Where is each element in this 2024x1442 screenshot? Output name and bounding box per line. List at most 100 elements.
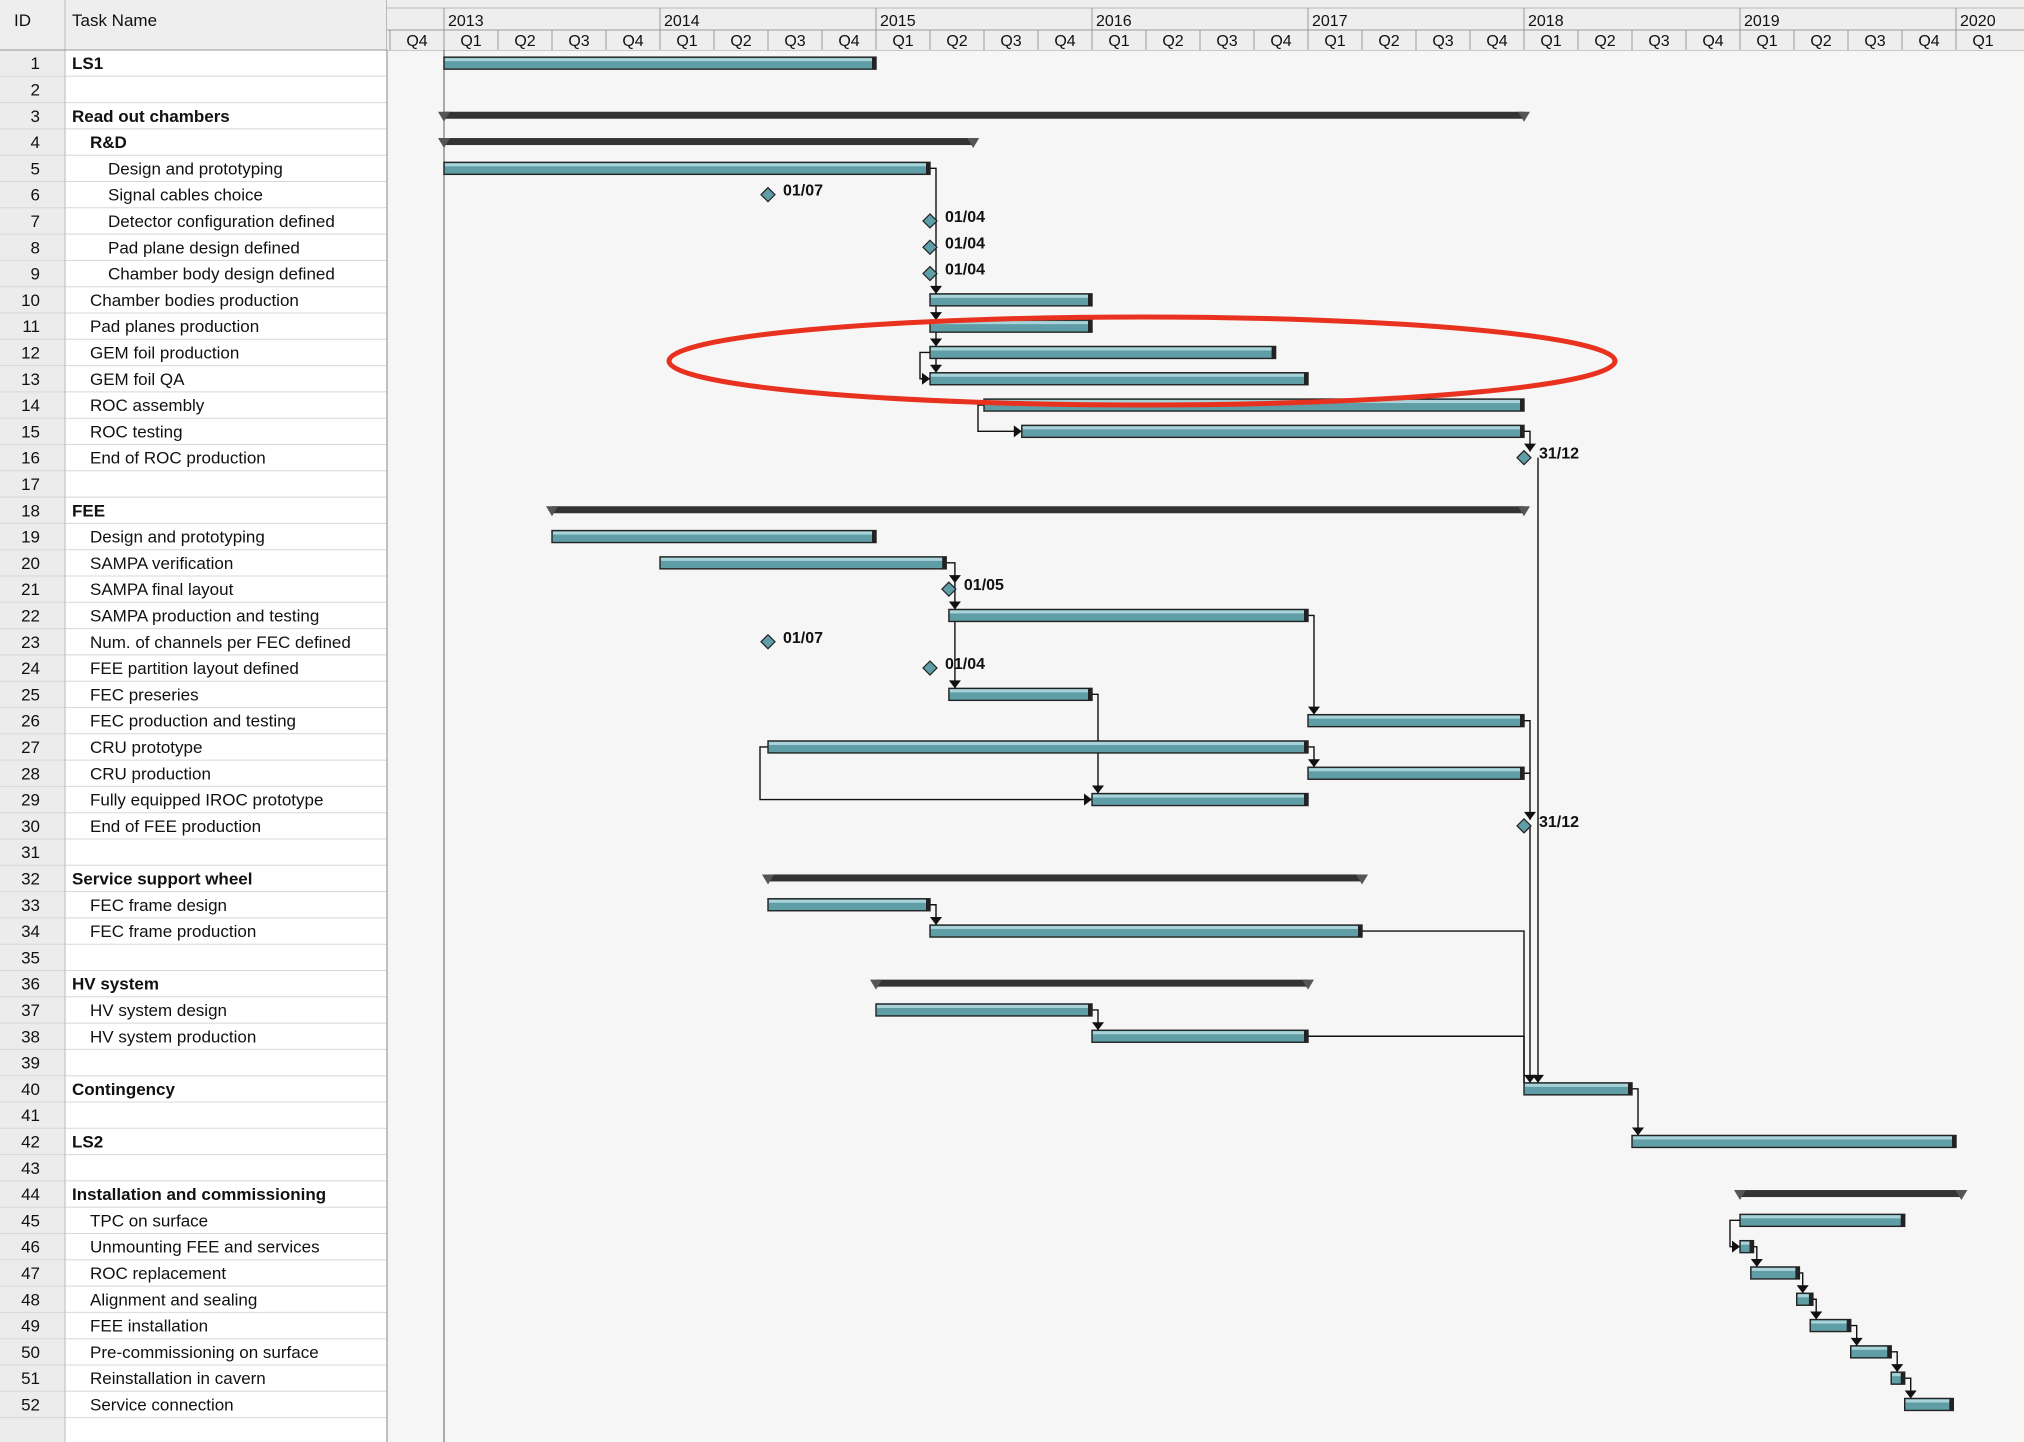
task-bar-highlight — [445, 58, 875, 62]
task-name: LS2 — [72, 1132, 103, 1151]
task-name: Service connection — [90, 1395, 234, 1414]
quarter-label: Q2 — [514, 33, 535, 50]
task-name: GEM foil production — [90, 343, 239, 362]
summary-bar-body — [444, 138, 974, 146]
quarter-label: Q1 — [676, 33, 697, 50]
task-bar — [1307, 713, 1525, 728]
year-label: 2019 — [1744, 13, 1780, 30]
quarter-label: Q1 — [1972, 33, 1993, 50]
task-name: Chamber bodies production — [90, 291, 299, 310]
task-bar — [948, 687, 1093, 702]
year-label: 2020 — [1960, 13, 1996, 30]
task-bar-end-cap — [1952, 1135, 1956, 1148]
task-bar — [659, 556, 947, 570]
task-id: 6 — [31, 186, 40, 205]
task-id: 44 — [21, 1185, 40, 1204]
task-bar — [443, 161, 931, 176]
year-label: 2017 — [1312, 13, 1348, 30]
milestone-date-label: 01/07 — [783, 183, 823, 200]
task-bar-end-cap — [1304, 740, 1308, 753]
task-bar — [929, 345, 1277, 360]
task-name: CRU production — [90, 764, 211, 783]
task-bar-end-cap — [1949, 1398, 1954, 1411]
task-bar-end-cap — [1304, 372, 1308, 385]
task-name: Chamber body design defined — [108, 265, 335, 284]
task-id: 35 — [21, 948, 40, 967]
quarter-label: Q1 — [460, 33, 481, 50]
year-label: 2013 — [448, 13, 484, 30]
task-bar-highlight — [1751, 1267, 1799, 1271]
task-bar-highlight — [931, 347, 1275, 351]
task-id: 10 — [21, 291, 40, 310]
task-bar-highlight — [1309, 715, 1523, 719]
task-name: FEE — [72, 501, 105, 520]
task-bar-end-cap — [1520, 714, 1524, 727]
task-bar — [1739, 1239, 1755, 1254]
task-id: 41 — [21, 1106, 40, 1125]
task-bar — [1739, 1213, 1906, 1228]
task-bar-end-cap — [1304, 793, 1308, 806]
task-bar — [1091, 792, 1309, 807]
milestone-date-label: 01/04 — [945, 262, 985, 279]
task-bar-highlight — [1525, 1083, 1631, 1087]
task-id: 13 — [21, 370, 40, 389]
task-bar-end-cap — [1520, 425, 1524, 438]
task-bar-end-cap — [1520, 767, 1524, 780]
task-id: 31 — [21, 843, 40, 862]
task-bar-end-cap — [1088, 320, 1092, 333]
task-bar-highlight — [1093, 1031, 1307, 1035]
task-name: End of FEE production — [90, 817, 261, 836]
task-bar-end-cap — [1795, 1266, 1800, 1279]
task-name: FEC frame design — [90, 896, 227, 915]
task-bar-highlight — [769, 899, 929, 903]
task-id: 24 — [21, 659, 40, 678]
task-name: ROC replacement — [90, 1264, 226, 1283]
task-bar-end-cap — [942, 556, 947, 569]
task-name: Unmounting FEE and services — [90, 1238, 320, 1257]
task-name: SAMPA final layout — [90, 580, 234, 599]
task-bar-end-cap — [1088, 293, 1092, 306]
quarter-label: Q4 — [1918, 33, 1939, 50]
task-bar-end-cap — [926, 162, 930, 175]
milestone-date-label: 31/12 — [1539, 814, 1579, 831]
task-id: 12 — [21, 343, 40, 362]
task-name: ROC assembly — [90, 396, 205, 415]
task-id: 45 — [21, 1211, 40, 1230]
task-id: 7 — [31, 212, 40, 231]
task-id: 50 — [21, 1343, 40, 1362]
task-id: 20 — [21, 554, 40, 573]
task-bar-end-cap — [1628, 1082, 1632, 1095]
task-bar — [929, 293, 1093, 307]
task-bar-highlight — [1309, 768, 1523, 772]
task-id: 2 — [31, 80, 40, 99]
task-id: 16 — [21, 449, 40, 468]
task-bar-end-cap — [1088, 688, 1092, 701]
task-id: 27 — [21, 738, 40, 757]
milestone-date-label: 01/04 — [945, 656, 985, 673]
summary-bar-body — [444, 111, 1524, 119]
summary-bar-body — [768, 874, 1362, 882]
task-id: 30 — [21, 817, 40, 836]
task-id: 11 — [22, 317, 40, 336]
task-bar-highlight — [1093, 794, 1307, 798]
quarter-label: Q3 — [784, 33, 805, 50]
task-bar — [1091, 1029, 1309, 1043]
task-name: R&D — [90, 133, 127, 152]
task-bar-highlight — [949, 610, 1307, 614]
task-name: SAMPA verification — [90, 554, 233, 573]
milestone-date-label: 01/05 — [964, 577, 1004, 594]
task-id: 48 — [21, 1290, 40, 1309]
task-bar — [875, 1003, 1093, 1017]
task-id: 34 — [21, 922, 40, 941]
summary-bar-body — [876, 979, 1308, 987]
task-id: 25 — [21, 685, 40, 704]
task-name: LS1 — [72, 54, 103, 73]
task-name: End of ROC production — [90, 449, 266, 468]
task-id: 36 — [21, 975, 40, 994]
task-name: Pad plane design defined — [108, 238, 300, 257]
task-id: 23 — [21, 633, 40, 652]
quarter-label: Q4 — [1054, 33, 1075, 50]
task-name: HV system design — [90, 1001, 227, 1020]
task-name: ROC testing — [90, 422, 183, 441]
task-bar-highlight — [769, 741, 1307, 745]
